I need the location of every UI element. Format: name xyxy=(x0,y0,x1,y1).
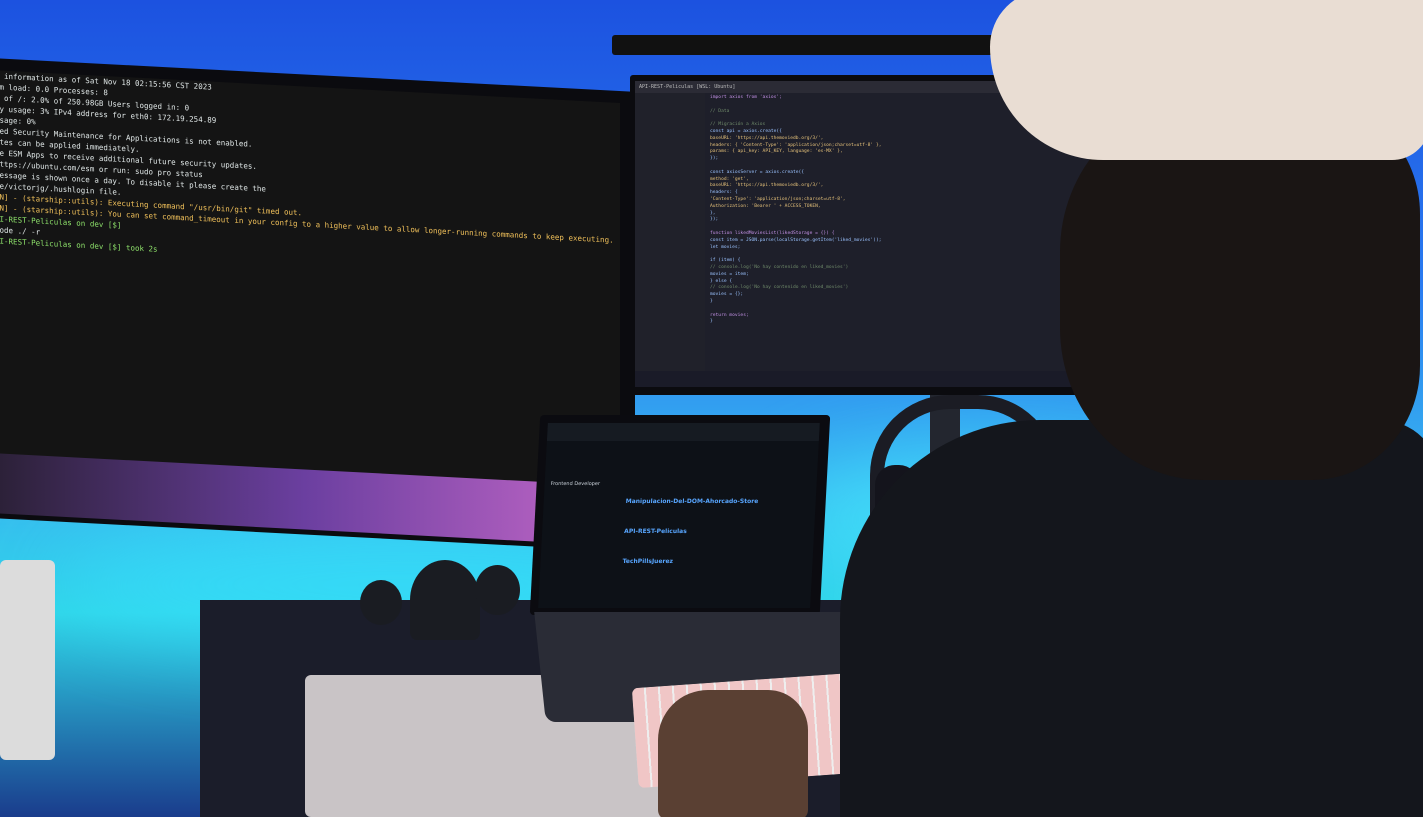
repo-link[interactable]: Manipulacion-Del-DOM-Ahorcado-Store xyxy=(626,498,759,505)
repo-link[interactable]: TechPillsJuerez xyxy=(622,558,673,565)
repo-link[interactable]: API-REST-Peliculas xyxy=(624,528,687,535)
person-hand xyxy=(658,690,808,817)
power-strip xyxy=(0,560,55,760)
browser-toolbar xyxy=(546,423,820,441)
figurine-right xyxy=(475,565,520,615)
terminal-window: m information as of Sat Nov 18 02:15:56 … xyxy=(0,70,620,509)
github-profile-page: Frontend Developer Manipulacion-Del-DOM-… xyxy=(538,423,820,608)
person-torso xyxy=(840,420,1423,817)
vscode-explorer xyxy=(635,93,705,371)
monitor-light-bar xyxy=(612,35,1000,55)
baseball-cap xyxy=(990,0,1423,160)
photo-scene: m information as of Sat Nov 18 02:15:56 … xyxy=(0,0,1423,817)
profile-bio: Frontend Developer xyxy=(550,481,601,487)
laptop-screen: Frontend Developer Manipulacion-Del-DOM-… xyxy=(529,415,831,615)
figurine-left xyxy=(360,580,402,625)
vertical-mouse xyxy=(410,560,480,640)
